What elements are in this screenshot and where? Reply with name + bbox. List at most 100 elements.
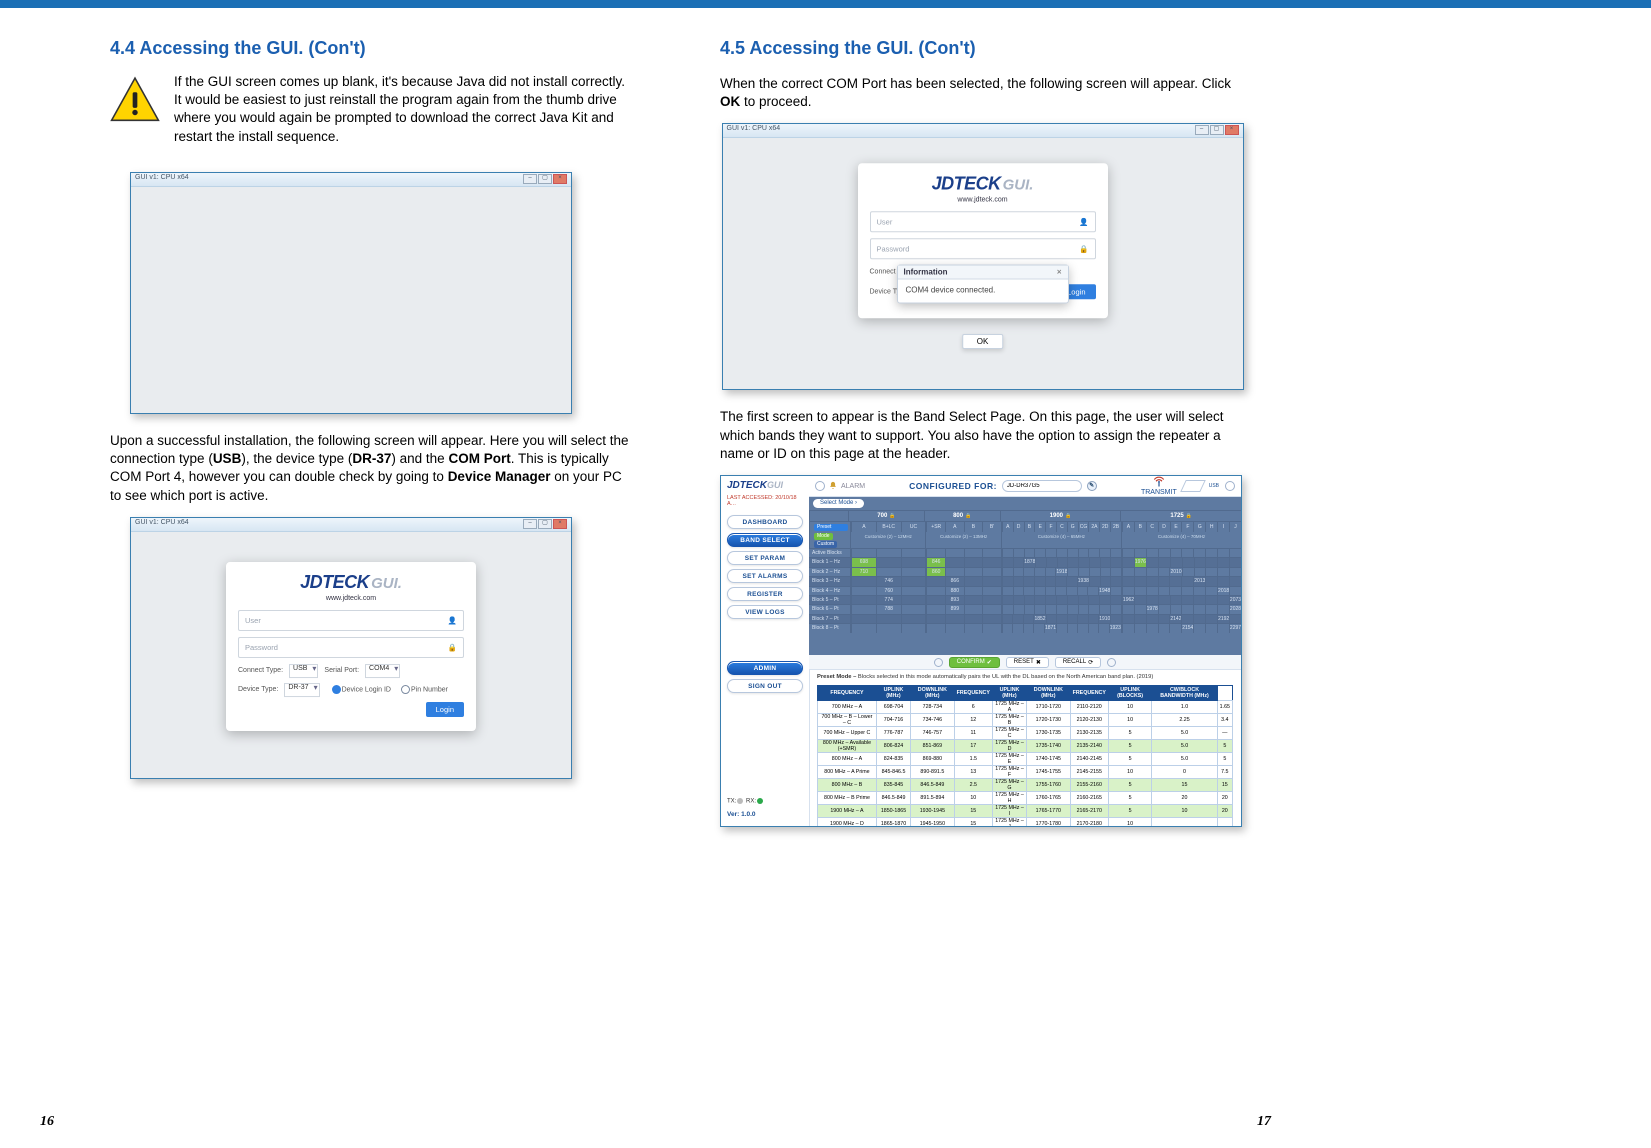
matrix-row: Block 1 – Hz69884618781976 bbox=[809, 557, 1241, 566]
matrix-row: Block 7 – Pt1852191021422192 bbox=[809, 614, 1241, 623]
header-accent-bar bbox=[0, 0, 1651, 8]
app-topbar: ALARM CONFIGURED FOR: ✎ TRANSMIT USB bbox=[809, 476, 1241, 497]
table-row: 800 MHz – A824-835869-8801.51725 MHz – E… bbox=[818, 753, 1233, 766]
circle-icon[interactable] bbox=[934, 658, 943, 667]
screenshot-com-connected: GUI v1: CPU x64 –▢× JDTECKGUI. www.jdtec… bbox=[722, 123, 1244, 390]
action-row: CONFIRM ✔ RESET ✖ RECALL ⟳ bbox=[809, 655, 1241, 670]
serial-port-label: Serial Port: bbox=[324, 667, 359, 674]
table-row: 800 MHz – A Prime845-846.5890-891.513172… bbox=[818, 766, 1233, 779]
password-field[interactable]: Password 🔒 bbox=[238, 637, 464, 658]
jdteck-logo: JDTECKGUI. www.jdteck.com bbox=[238, 572, 464, 602]
antenna-icon: TRANSMIT bbox=[1141, 476, 1177, 496]
alarm-label: ALARM bbox=[841, 483, 865, 490]
window-buttons[interactable]: –▢× bbox=[1194, 125, 1239, 136]
password-field[interactable]: Password🔒 bbox=[870, 238, 1096, 259]
login-button[interactable]: Login bbox=[426, 702, 464, 717]
preset-mode-note: Preset Mode – Blocks selected in this mo… bbox=[809, 670, 1241, 683]
connect-type-label: Connect Type: bbox=[238, 667, 283, 674]
warning-text: If the GUI screen comes up blank, it's b… bbox=[174, 73, 635, 146]
section-heading-4-4: 4.4 Accessing the GUI. (Con't) bbox=[110, 38, 635, 59]
section-heading-4-5: 4.5 Accessing the GUI. (Con't) bbox=[720, 38, 1245, 59]
paragraph-ok: When the correct COM Port has been selec… bbox=[720, 75, 1245, 111]
paragraph-com-port: Upon a successful installation, the foll… bbox=[110, 432, 635, 505]
nav-admin[interactable]: ADMIN bbox=[727, 661, 803, 675]
matrix-row: Block 5 – Pt77489319622073 bbox=[809, 595, 1241, 604]
usb-indicator bbox=[1180, 480, 1206, 492]
radio-device-login-id[interactable] bbox=[332, 685, 341, 694]
table-row: 800 MHz – B Prime846.5-849891.5-89410172… bbox=[818, 792, 1233, 805]
table-row: 1900 MHz – A1850-18651930-1945151725 MHz… bbox=[818, 805, 1233, 818]
usb-label: USB bbox=[1209, 483, 1219, 489]
ok-button[interactable]: OK bbox=[962, 334, 1004, 349]
window-buttons[interactable]: –▢× bbox=[522, 519, 567, 530]
connect-type-select[interactable]: USB bbox=[289, 664, 318, 678]
configured-for-label: CONFIGURED FOR: bbox=[909, 481, 997, 491]
paragraph-band-select: The first screen to appear is the Band S… bbox=[720, 408, 1245, 463]
matrix-row: Block 3 – Hz74686619382013 bbox=[809, 576, 1241, 585]
screenshot-login: GUI v1: CPU x64 –▢× JDTECKGUI. www.jdtec… bbox=[130, 517, 572, 779]
circle-icon[interactable] bbox=[815, 481, 825, 491]
app-sidebar: function toString() { [native code] }JDT… bbox=[721, 476, 810, 826]
bell-icon[interactable] bbox=[828, 480, 838, 492]
page-16: 4.4 Accessing the GUI. (Con't) If the GU… bbox=[110, 30, 635, 797]
radio-pin-number[interactable] bbox=[401, 685, 410, 694]
user-field[interactable]: User👤 bbox=[870, 211, 1096, 232]
select-mode-tab[interactable]: Select Mode › bbox=[813, 499, 864, 508]
screenshot-blank-login: GUI v1: CPU x64 –▢× bbox=[130, 172, 572, 414]
page-number-left: 16 bbox=[40, 1114, 54, 1130]
band-700: 700🔒 bbox=[848, 511, 924, 521]
circle-icon[interactable] bbox=[1225, 481, 1235, 491]
table-row: 1900 MHz – D1865-18701945-1950151725 MHz… bbox=[818, 818, 1233, 827]
preset-pill[interactable]: Preset bbox=[814, 524, 848, 531]
nav-register[interactable]: REGISTER bbox=[727, 587, 803, 601]
user-field[interactable]: User 👤 bbox=[238, 610, 464, 631]
page-17: 4.5 Accessing the GUI. (Con't) When the … bbox=[720, 30, 1245, 827]
nav-view-logs[interactable]: VIEW LOGS bbox=[727, 605, 803, 619]
confirm-button[interactable]: CONFIRM ✔ bbox=[949, 657, 1000, 668]
table-row: 800 MHz – Available (+SMR)806-824851-869… bbox=[818, 740, 1233, 753]
window-buttons[interactable]: –▢× bbox=[522, 174, 567, 185]
jdteck-logo: function toString() { [native code] }JDT… bbox=[721, 476, 809, 495]
configured-for-input[interactable] bbox=[1002, 480, 1082, 492]
matrix-row: Block 4 – Hz76088019482018 bbox=[809, 586, 1241, 595]
edit-icon[interactable]: ✎ bbox=[1087, 481, 1097, 491]
band-1725: 1725🔒 bbox=[1120, 511, 1241, 521]
device-type-select[interactable]: DR-37 bbox=[284, 683, 319, 697]
tx-rx-indicator: TX: RX: bbox=[727, 798, 764, 805]
frequency-table: FREQUENCYUPLINK (MHz)DOWNLINK (MHz)FREQU… bbox=[817, 685, 1233, 826]
window-title: GUI v1: CPU x64 bbox=[135, 519, 189, 530]
nav-band-select[interactable]: BAND SELECT bbox=[727, 533, 803, 547]
table-row: 700 MHz – B – Lower – C704-716734-746121… bbox=[818, 714, 1233, 727]
login-card: JDTECKGUI. www.jdteck.com User 👤 Passwor… bbox=[226, 562, 476, 731]
nav-sign-out[interactable]: SIGN OUT bbox=[727, 679, 803, 693]
custom-pill[interactable]: Custom bbox=[814, 541, 837, 548]
nav-dashboard[interactable]: DASHBOARD bbox=[727, 515, 803, 529]
close-icon[interactable]: × bbox=[1057, 268, 1062, 277]
band-800: 800🔒 bbox=[924, 511, 1000, 521]
matrix-row: Active Blocks bbox=[809, 548, 1241, 557]
circle-icon[interactable] bbox=[1107, 658, 1116, 667]
lock-icon: 🔒 bbox=[448, 643, 457, 652]
user-icon: 👤 bbox=[448, 616, 457, 625]
table-row: 700 MHz – A698-704728-73461725 MHz – A17… bbox=[818, 701, 1233, 714]
screenshot-band-select: function toString() { [native code] }JDT… bbox=[720, 475, 1242, 827]
info-dialog: Information × COM4 device connected. bbox=[897, 265, 1069, 304]
window-titlebar: GUI v1: CPU x64 –▢× bbox=[723, 124, 1243, 138]
info-body: COM4 device connected. bbox=[898, 280, 1068, 303]
window-titlebar: GUI v1: CPU x64 –▢× bbox=[131, 173, 571, 187]
nav-set-param[interactable]: SET PARAM bbox=[727, 551, 803, 565]
window-title: GUI v1: CPU x64 bbox=[135, 174, 189, 185]
nav-set-alarms[interactable]: SET ALARMS bbox=[727, 569, 803, 583]
matrix-row: Block 8 – Pt1871192321542297 bbox=[809, 623, 1241, 632]
window-titlebar: GUI v1: CPU x64 –▢× bbox=[131, 518, 571, 532]
warning-icon bbox=[110, 75, 160, 158]
mode-pill[interactable]: Mode bbox=[814, 533, 833, 540]
reset-button[interactable]: RESET ✖ bbox=[1006, 657, 1049, 668]
page-number-right: 17 bbox=[1257, 1114, 1271, 1130]
last-accessed: LAST ACCESSED: 20/10/18 A… bbox=[721, 495, 809, 511]
matrix-row: Block 6 – Pt78889919782028 bbox=[809, 604, 1241, 613]
serial-port-select[interactable]: COM4 bbox=[365, 664, 400, 678]
recall-button[interactable]: RECALL ⟳ bbox=[1055, 657, 1101, 668]
window-title: GUI v1: CPU x64 bbox=[727, 125, 781, 136]
info-title: Information bbox=[904, 268, 948, 277]
